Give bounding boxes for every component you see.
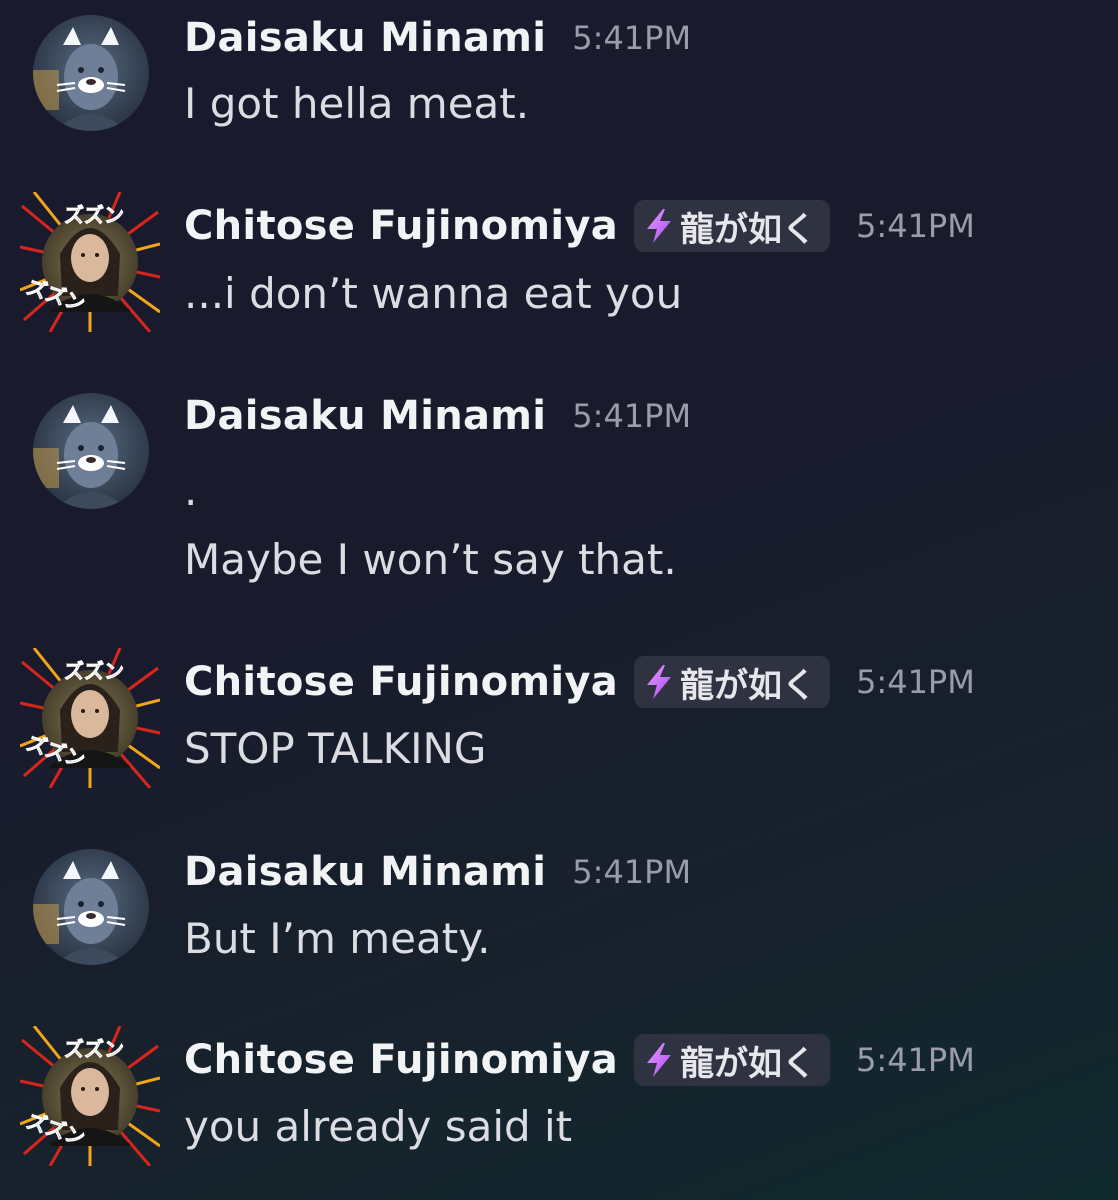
- chitose-avatar[interactable]: ズズン ズズン: [19, 1025, 161, 1167]
- frame-text: ズズン: [64, 1037, 124, 1061]
- server-tag-label: 龍が如く: [680, 665, 817, 706]
- chitose-avatar[interactable]: ズズン ズズン: [19, 647, 161, 789]
- timestamp: 5:41PM: [856, 1041, 975, 1079]
- lightning-icon: [647, 665, 672, 699]
- username[interactable]: Chitose Fujinomiya: [184, 203, 618, 249]
- username[interactable]: Daisaku Minami: [184, 393, 546, 439]
- server-tag[interactable]: 龍が如く: [634, 1034, 831, 1086]
- username[interactable]: Daisaku Minami: [184, 15, 546, 61]
- username[interactable]: Chitose Fujinomiya: [184, 659, 618, 705]
- chitose-avatar[interactable]: ズズン ズズン: [19, 191, 161, 333]
- frame-text: ズズン: [64, 203, 124, 227]
- daisaku-avatar[interactable]: [33, 15, 149, 131]
- server-tag[interactable]: 龍が如く: [634, 200, 831, 252]
- timestamp: 5:41PM: [856, 663, 975, 701]
- timestamp: 5:41PM: [572, 19, 692, 57]
- timestamp: 5:41PM: [856, 207, 975, 245]
- message-text: I got hella meat.: [184, 79, 530, 128]
- daisaku-avatar[interactable]: [33, 849, 149, 965]
- message-text: But I’m meaty.: [184, 914, 491, 963]
- username[interactable]: Chitose Fujinomiya: [184, 1037, 618, 1083]
- daisaku-avatar[interactable]: [33, 393, 149, 509]
- frame-text: ズズン: [64, 659, 124, 683]
- message-text: Maybe I won’t say that.: [184, 535, 677, 584]
- username[interactable]: Daisaku Minami: [184, 849, 546, 895]
- message-text: you already said it: [184, 1102, 573, 1151]
- message-text: .: [184, 466, 198, 515]
- server-tag-label: 龍が如く: [680, 1043, 817, 1084]
- message-text: STOP TALKING: [184, 724, 487, 773]
- server-tag-label: 龍が如く: [680, 209, 817, 250]
- server-tag[interactable]: 龍が如く: [634, 656, 831, 708]
- message-text: ...i don’t wanna eat you: [184, 269, 683, 318]
- lightning-icon: [647, 1043, 672, 1077]
- lightning-icon: [647, 209, 672, 243]
- timestamp: 5:41PM: [572, 397, 692, 435]
- timestamp: 5:41PM: [572, 853, 692, 891]
